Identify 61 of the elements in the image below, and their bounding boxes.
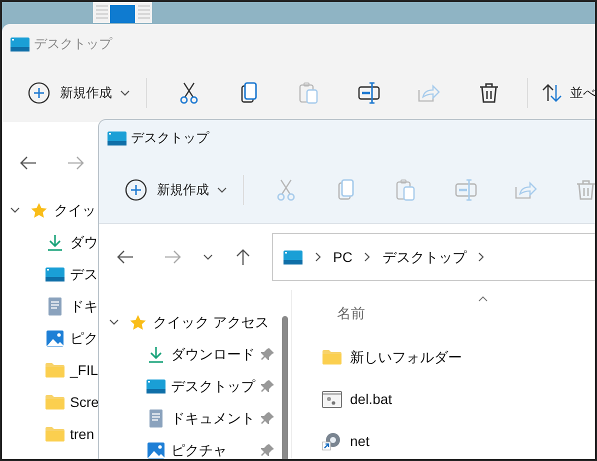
file-name[interactable]: net — [350, 430, 370, 452]
new-button[interactable]: 新規作成 — [24, 76, 134, 110]
breadcrumb-chevron-icon[interactable] — [478, 252, 484, 262]
window-title: デスクトップ — [34, 35, 112, 54]
tree-item[interactable]: デスクトップ — [171, 376, 255, 396]
folder-icon — [45, 394, 65, 410]
desktop-icon — [107, 130, 127, 146]
download-icon — [47, 234, 63, 250]
chevron-down-icon[interactable] — [120, 90, 130, 96]
sort-arrows-icon — [542, 84, 562, 102]
chevron-down-icon[interactable] — [109, 319, 119, 325]
chevron-down-icon[interactable] — [203, 254, 213, 260]
tree-item[interactable]: ピクチャ — [171, 440, 227, 459]
tree-item[interactable]: クイッ — [54, 200, 96, 220]
file-name[interactable]: 新しいフォルダー — [350, 346, 462, 368]
desktop-icon — [146, 378, 166, 394]
folder-icon — [45, 362, 65, 378]
folder-icon — [45, 426, 65, 442]
copy-icon[interactable] — [240, 82, 258, 104]
rename-icon[interactable] — [358, 82, 380, 104]
chevron-down-icon[interactable] — [10, 207, 20, 213]
desktop-icon — [10, 36, 30, 52]
tree-item[interactable]: ドキ — [70, 296, 98, 316]
tree-item[interactable]: ピク — [70, 328, 98, 348]
plus-circle-icon — [125, 178, 147, 200]
tree-item[interactable]: デス — [70, 264, 98, 284]
trash-icon[interactable] — [479, 82, 499, 104]
breadcrumb[interactable]: PC — [333, 246, 352, 268]
tree-item[interactable]: ダウ — [70, 232, 98, 252]
back-arrow-icon[interactable] — [20, 155, 37, 171]
back-arrow-icon[interactable] — [117, 249, 134, 265]
tree-item[interactable]: ドキュメント — [171, 408, 255, 428]
picture-icon — [46, 330, 64, 346]
document-icon — [149, 408, 163, 428]
tree-item[interactable]: tren — [70, 424, 94, 444]
new-button[interactable]: 新規作成 — [121, 172, 231, 206]
tree-item[interactable]: Scre — [70, 392, 99, 412]
up-arrow-icon[interactable] — [235, 248, 252, 266]
tree-item[interactable]: ダウンロード — [171, 344, 255, 364]
gears-file-icon — [322, 390, 342, 408]
breadcrumb[interactable]: デスクトップ — [382, 246, 466, 268]
document-icon — [48, 296, 62, 316]
desktop-icon — [45, 266, 65, 282]
folder-icon — [322, 349, 342, 365]
file-name[interactable]: del.bat — [350, 388, 392, 410]
address-bar[interactable]: PC デスクトップ — [272, 233, 595, 281]
gear-shortcut-icon — [322, 431, 342, 451]
download-icon — [148, 346, 164, 362]
plus-circle-icon — [28, 82, 50, 104]
scrollbar-thumb[interactable] — [282, 316, 288, 459]
window-title: デスクトップ — [131, 129, 209, 148]
tree-item[interactable]: クイック アクセス — [153, 312, 269, 332]
scissors-icon[interactable] — [179, 82, 199, 104]
breadcrumb-chevron-icon[interactable] — [364, 252, 370, 262]
star-icon — [129, 314, 147, 330]
column-header[interactable]: 名前 — [337, 303, 365, 326]
desktop-icon — [283, 250, 303, 264]
tree-item[interactable]: _FIL — [70, 360, 98, 380]
chevron-down-icon[interactable] — [217, 186, 227, 192]
breadcrumb-chevron-icon[interactable] — [315, 252, 321, 262]
star-icon — [30, 202, 48, 218]
